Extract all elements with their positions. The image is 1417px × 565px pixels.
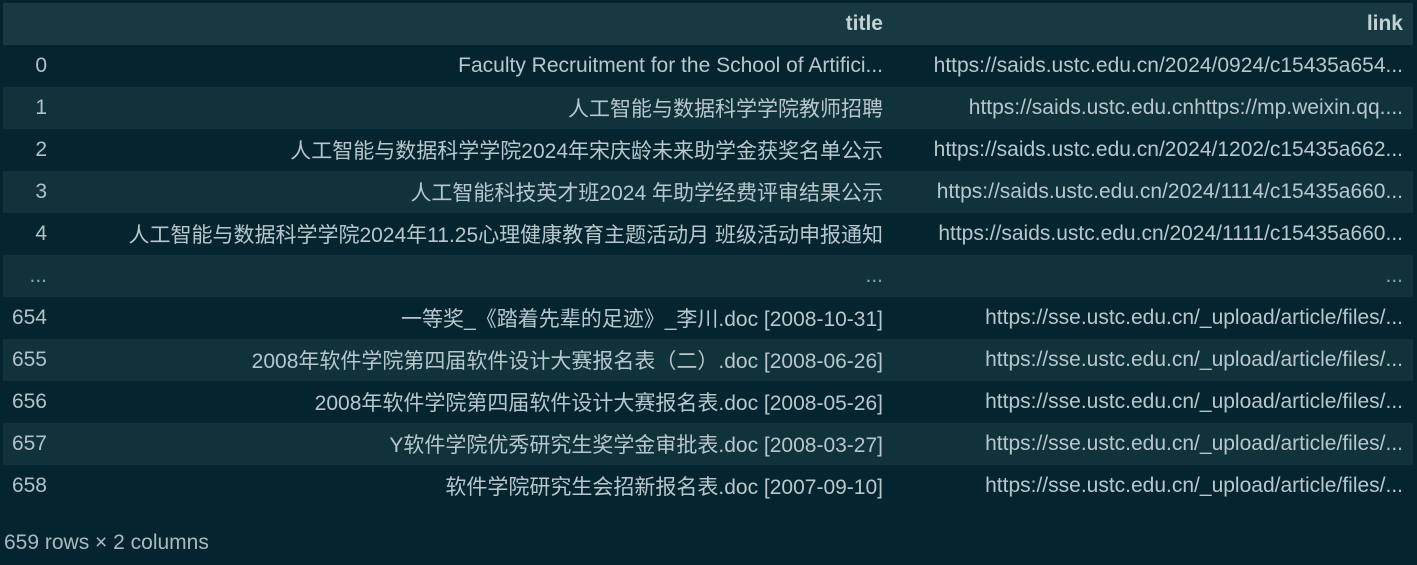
title-cell: 软件学院研究生会招新报名表.doc [2007-09-10] bbox=[445, 476, 883, 499]
row-index: 3 bbox=[35, 180, 47, 203]
table-row: 0 Faculty Recruitment for the School of … bbox=[3, 45, 1413, 87]
row-index: ... bbox=[29, 264, 47, 287]
index-header bbox=[3, 3, 59, 45]
title-cell: 一等奖_《踏着先辈的足迹》_李川.doc [2008-10-31] bbox=[401, 308, 883, 331]
title-cell: 2008年软件学院第四届软件设计大赛报名表.doc [2008-05-26] bbox=[314, 392, 883, 415]
title-cell: Faculty Recruitment for the School of Ar… bbox=[458, 54, 883, 77]
table-row: 2 人工智能与数据科学学院2024年宋庆龄未来助学金获奖名单公示 https:/… bbox=[3, 129, 1413, 171]
row-index: 1 bbox=[35, 96, 47, 119]
link-cell: ... bbox=[1385, 264, 1403, 287]
link-cell: https://saids.ustc.edu.cn/2024/0924/c154… bbox=[933, 54, 1403, 77]
row-index: 658 bbox=[11, 474, 47, 497]
table-row: 656 2008年软件学院第四届软件设计大赛报名表.doc [2008-05-2… bbox=[3, 381, 1413, 423]
table-row: 1 人工智能与数据科学学院教师招聘 https://saids.ustc.edu… bbox=[3, 87, 1413, 129]
dataframe-table: title link 0 Faculty Recruitment for the… bbox=[3, 3, 1413, 507]
link-cell: https://sse.ustc.edu.cn/_upload/article/… bbox=[985, 432, 1403, 455]
link-cell: https://saids.ustc.edu.cn/2024/1202/c154… bbox=[933, 138, 1403, 161]
table-row: 655 2008年软件学院第四届软件设计大赛报名表（二）.doc [2008-0… bbox=[3, 339, 1413, 381]
title-cell: 2008年软件学院第四届软件设计大赛报名表（二）.doc [2008-06-26… bbox=[251, 350, 883, 373]
row-index: 2 bbox=[35, 138, 47, 161]
table-row: 654 一等奖_《踏着先辈的足迹》_李川.doc [2008-10-31] ht… bbox=[3, 297, 1413, 339]
link-cell: https://saids.ustc.edu.cn/2024/1114/c154… bbox=[936, 180, 1403, 203]
title-cell: 人工智能与数据科学学院2024年11.25心理健康教育主题活动月 班级活动申报通… bbox=[128, 224, 883, 247]
header-row: title link bbox=[3, 3, 1413, 45]
table-row: 4 人工智能与数据科学学院2024年11.25心理健康教育主题活动月 班级活动申… bbox=[3, 213, 1413, 255]
row-count-summary: 659 rows × 2 columns bbox=[4, 531, 209, 554]
row-index: 657 bbox=[11, 432, 47, 455]
link-column-header: link bbox=[1366, 12, 1403, 35]
link-cell: https://saids.ustc.edu.cnhttps://mp.weix… bbox=[968, 96, 1403, 119]
link-cell: https://sse.ustc.edu.cn/_upload/article/… bbox=[985, 306, 1403, 329]
ellipsis-row: ... ... ... bbox=[3, 255, 1413, 297]
row-index: 4 bbox=[35, 222, 47, 245]
title-cell: 人工智能科技英才班2024 年助学经费评审结果公示 bbox=[410, 182, 883, 205]
row-index: 0 bbox=[35, 54, 47, 77]
table-row: 657 Y软件学院优秀研究生奖学金审批表.doc [2008-03-27] ht… bbox=[3, 423, 1413, 465]
table-row: 3 人工智能科技英才班2024 年助学经费评审结果公示 https://said… bbox=[3, 171, 1413, 213]
link-cell: https://sse.ustc.edu.cn/_upload/article/… bbox=[985, 390, 1403, 413]
link-cell: https://sse.ustc.edu.cn/_upload/article/… bbox=[985, 348, 1403, 371]
title-cell: 人工智能与数据科学学院教师招聘 bbox=[568, 98, 883, 121]
table-row: 658 软件学院研究生会招新报名表.doc [2007-09-10] https… bbox=[3, 465, 1413, 507]
link-cell: https://saids.ustc.edu.cn/2024/1111/c154… bbox=[938, 222, 1403, 245]
title-cell: ... bbox=[865, 264, 883, 287]
title-cell: 人工智能与数据科学学院2024年宋庆龄未来助学金获奖名单公示 bbox=[290, 140, 883, 163]
dataframe-output: title link 0 Faculty Recruitment for the… bbox=[0, 0, 1417, 565]
title-cell: Y软件学院优秀研究生奖学金审批表.doc [2008-03-27] bbox=[389, 434, 883, 457]
row-index: 655 bbox=[11, 348, 47, 371]
row-index: 654 bbox=[11, 306, 47, 329]
link-cell: https://sse.ustc.edu.cn/_upload/article/… bbox=[985, 474, 1403, 497]
row-index: 656 bbox=[11, 390, 47, 413]
title-column-header: title bbox=[845, 12, 883, 35]
